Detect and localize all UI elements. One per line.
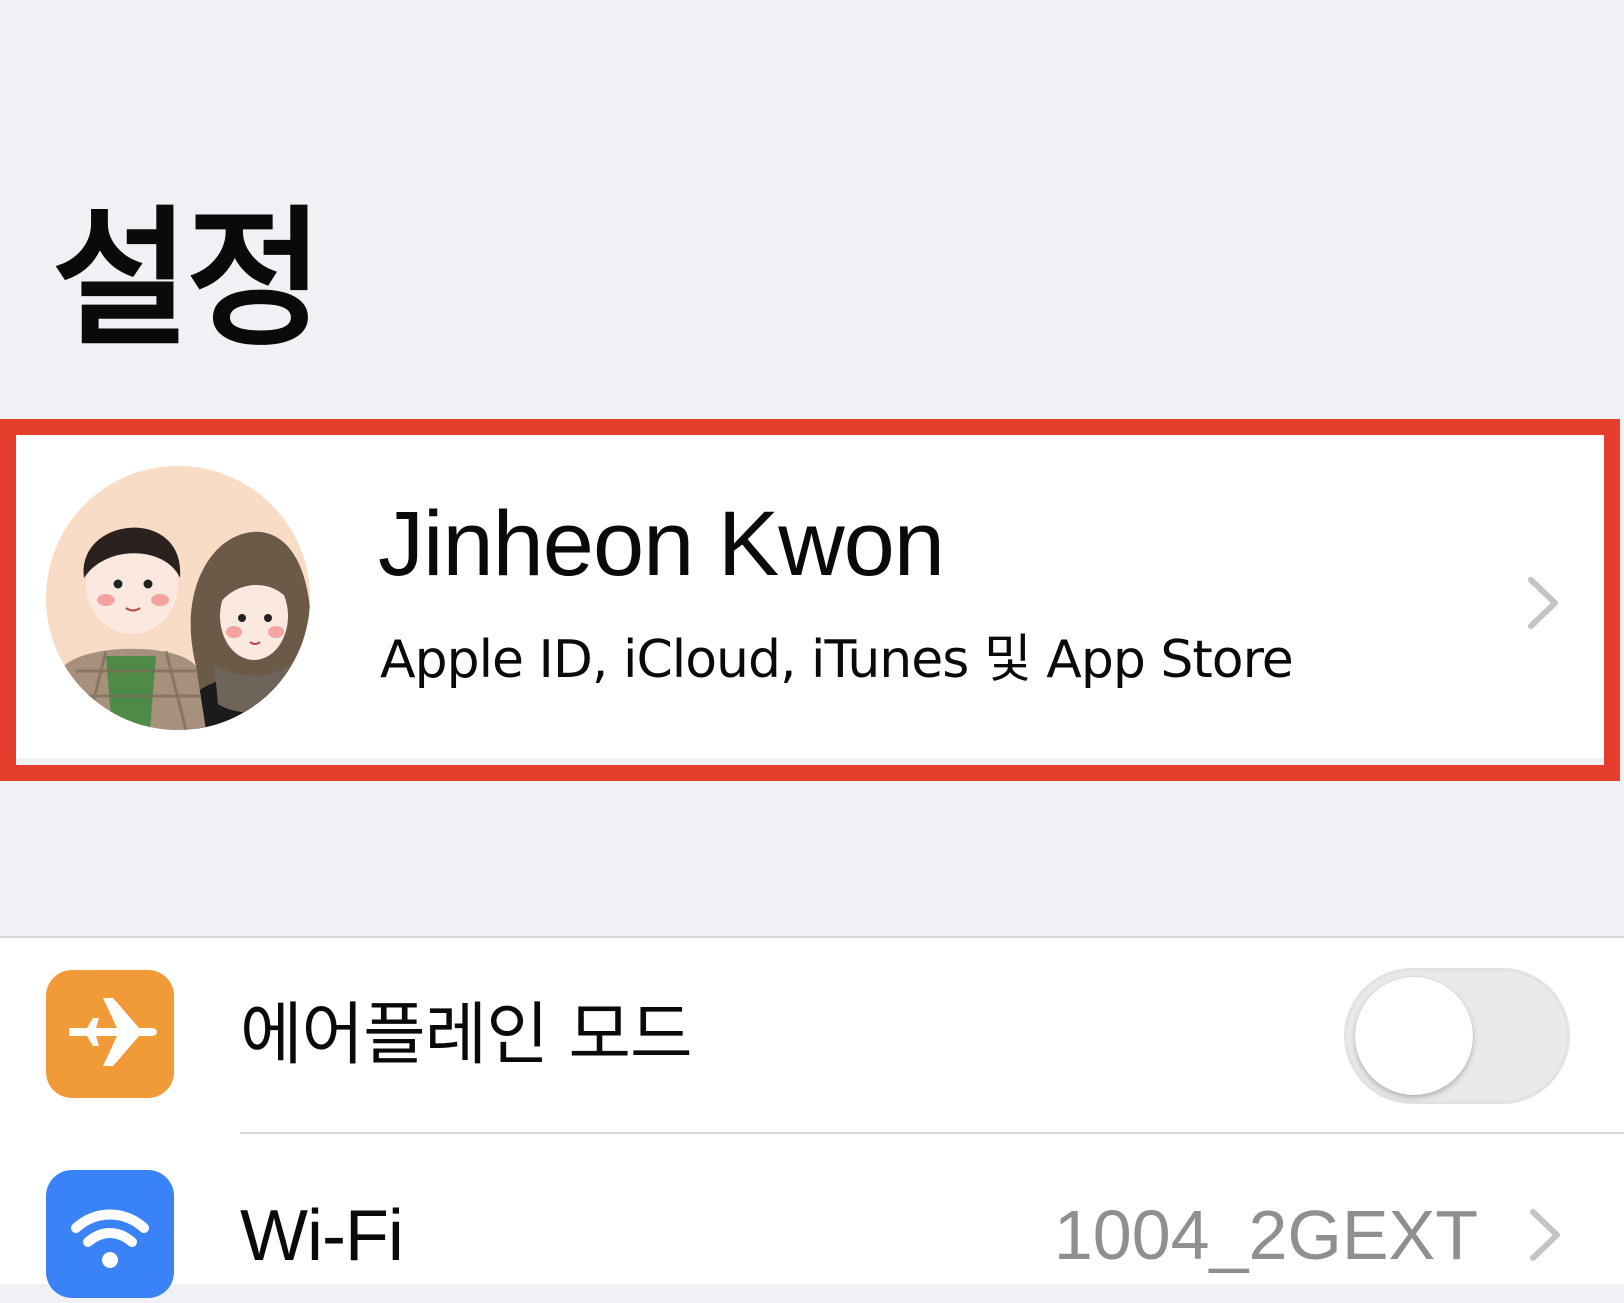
wifi-network-name: 1004_2GEXT	[1053, 1196, 1478, 1274]
chevron-right-icon	[1530, 1209, 1560, 1261]
wifi-icon	[46, 1170, 174, 1298]
airplane-mode-label: 에어플레인 모드	[240, 996, 693, 1075]
airplane-mode-toggle[interactable]	[1344, 968, 1570, 1104]
toggle-knob	[1355, 977, 1473, 1095]
chevron-right-icon	[1528, 577, 1558, 629]
profile-subtitle: Apple ID, iCloud, iTunes 및 App Store	[380, 630, 1294, 690]
airplane-icon	[46, 970, 174, 1098]
profile-name: Jinheon Kwon	[378, 493, 945, 595]
wifi-label: Wi-Fi	[240, 1196, 404, 1276]
page-title: 설정	[52, 193, 324, 367]
avatar	[46, 466, 310, 730]
